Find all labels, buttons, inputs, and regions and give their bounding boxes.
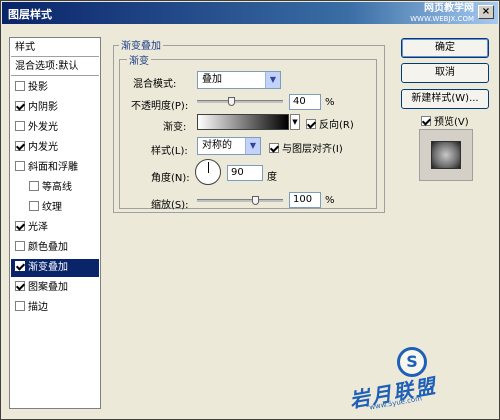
- ok-button[interactable]: 确定: [401, 38, 489, 58]
- style-item-label: 外发光: [28, 122, 58, 133]
- title-bar[interactable]: 图层样式 网页教学网 WWW.WEBJX.COM ×: [2, 2, 498, 24]
- style-item-label: 等高线: [42, 182, 72, 193]
- style-select[interactable]: 对称的 ▼: [197, 137, 261, 155]
- opacity-label: 不透明度(P):: [131, 101, 189, 112]
- style-item-label: 投影: [28, 82, 48, 93]
- style-item[interactable]: 描边: [11, 299, 99, 317]
- style-item[interactable]: 颜色叠加: [11, 239, 99, 257]
- style-item-label: 内发光: [28, 142, 58, 153]
- style-label: 样式(L):: [151, 146, 188, 157]
- gradient-picker[interactable]: [197, 114, 289, 130]
- style-item-checkbox[interactable]: [15, 141, 25, 151]
- window-title: 图层样式: [8, 8, 52, 21]
- angle-input[interactable]: 90: [227, 165, 263, 181]
- preview-check-icon[interactable]: [421, 116, 431, 126]
- style-item-checkbox[interactable]: [15, 301, 25, 311]
- angle-unit: 度: [267, 172, 277, 183]
- style-item-label: 渐变叠加: [28, 262, 68, 273]
- style-item[interactable]: 内发光: [11, 139, 99, 157]
- gradient-subgroup-title: 渐变: [127, 52, 151, 67]
- blend-mode-select[interactable]: 叠加 ▼: [197, 71, 281, 89]
- preview-swatch: [431, 141, 461, 169]
- new-style-button[interactable]: 新建样式(W)...: [401, 89, 489, 109]
- style-item-checkbox[interactable]: [29, 201, 39, 211]
- style-item[interactable]: 外发光: [11, 119, 99, 137]
- site-logo: S 岩月联盟 www.5yue.com: [348, 347, 469, 412]
- style-item-label: 描边: [28, 302, 48, 313]
- style-item-label: 图案叠加: [28, 282, 68, 293]
- site-watermark: 网页教学网 WWW.WEBJX.COM: [410, 4, 474, 24]
- preview-label: 预览(V): [434, 117, 469, 128]
- style-item-label: 内阴影: [28, 102, 58, 113]
- angle-dial[interactable]: [195, 159, 221, 185]
- style-item-checkbox[interactable]: [29, 181, 39, 191]
- style-item-checkbox[interactable]: [15, 101, 25, 111]
- style-item-checkbox[interactable]: [15, 121, 25, 131]
- scale-input[interactable]: 100: [289, 192, 321, 208]
- align-checkbox[interactable]: 与图层对齐(I): [269, 140, 343, 155]
- reverse-label: 反向(R): [319, 120, 354, 131]
- site-watermark-name: 网页教学网: [424, 3, 474, 14]
- chevron-down-icon: ▼: [265, 72, 280, 88]
- site-watermark-url: WWW.WEBJX.COM: [410, 15, 474, 23]
- scale-percent: %: [325, 195, 335, 206]
- angle-label: 角度(N):: [151, 173, 190, 184]
- style-item-checkbox[interactable]: [15, 221, 25, 231]
- gradient-dropdown-icon[interactable]: ▼: [290, 114, 300, 130]
- style-item[interactable]: 图案叠加: [11, 279, 99, 297]
- opacity-input[interactable]: 40: [289, 94, 321, 110]
- align-check-icon[interactable]: [269, 143, 279, 153]
- style-item-label: 纹理: [42, 202, 62, 213]
- style-item[interactable]: 光泽: [11, 219, 99, 237]
- style-item-label: 颜色叠加: [28, 242, 68, 253]
- scale-slider-track[interactable]: [197, 199, 283, 202]
- opacity-percent: %: [325, 97, 335, 108]
- style-item-checkbox[interactable]: [15, 281, 25, 291]
- scale-slider-thumb[interactable]: [251, 196, 259, 205]
- blend-options-item[interactable]: 混合选项:默认: [11, 58, 99, 76]
- gradient-label: 渐变:: [163, 122, 187, 133]
- chevron-down-icon: ▼: [245, 138, 260, 154]
- blend-mode-label: 混合模式:: [133, 79, 177, 90]
- close-button[interactable]: ×: [478, 5, 494, 19]
- cancel-button[interactable]: 取消: [401, 63, 489, 83]
- preview-checkbox[interactable]: 预览(V): [421, 113, 469, 128]
- gradient-overlay-title: 渐变叠加: [119, 37, 163, 52]
- style-item-checkbox[interactable]: [15, 81, 25, 91]
- reverse-check-icon[interactable]: [306, 119, 316, 129]
- style-item[interactable]: 纹理: [11, 199, 99, 217]
- style-item[interactable]: 渐变叠加: [11, 259, 99, 277]
- layer-style-dialog: 图层样式 网页教学网 WWW.WEBJX.COM × 样式 混合选项:默认 投影…: [0, 0, 500, 420]
- style-item[interactable]: 投影: [11, 79, 99, 97]
- style-item-label: 光泽: [28, 222, 48, 233]
- style-item[interactable]: 内阴影: [11, 99, 99, 117]
- style-item-checkbox[interactable]: [15, 241, 25, 251]
- blend-mode-value: 叠加: [202, 74, 222, 85]
- style-item[interactable]: 斜面和浮雕: [11, 159, 99, 177]
- angle-dial-needle: [208, 162, 209, 173]
- style-value: 对称的: [202, 140, 232, 151]
- scale-label: 缩放(S):: [151, 200, 189, 211]
- style-item-checkbox[interactable]: [15, 161, 25, 171]
- style-preview: [419, 129, 473, 181]
- align-label: 与图层对齐(I): [282, 144, 343, 155]
- style-item-checkbox[interactable]: [15, 261, 25, 271]
- reverse-checkbox[interactable]: 反向(R): [306, 116, 354, 131]
- style-item-label: 斜面和浮雕: [28, 162, 78, 173]
- opacity-slider-track[interactable]: [197, 100, 283, 103]
- style-list-header[interactable]: 样式: [11, 39, 99, 57]
- style-list: 样式 混合选项:默认 投影内阴影外发光内发光斜面和浮雕等高线纹理光泽颜色叠加渐变…: [9, 37, 101, 409]
- style-item[interactable]: 等高线: [11, 179, 99, 197]
